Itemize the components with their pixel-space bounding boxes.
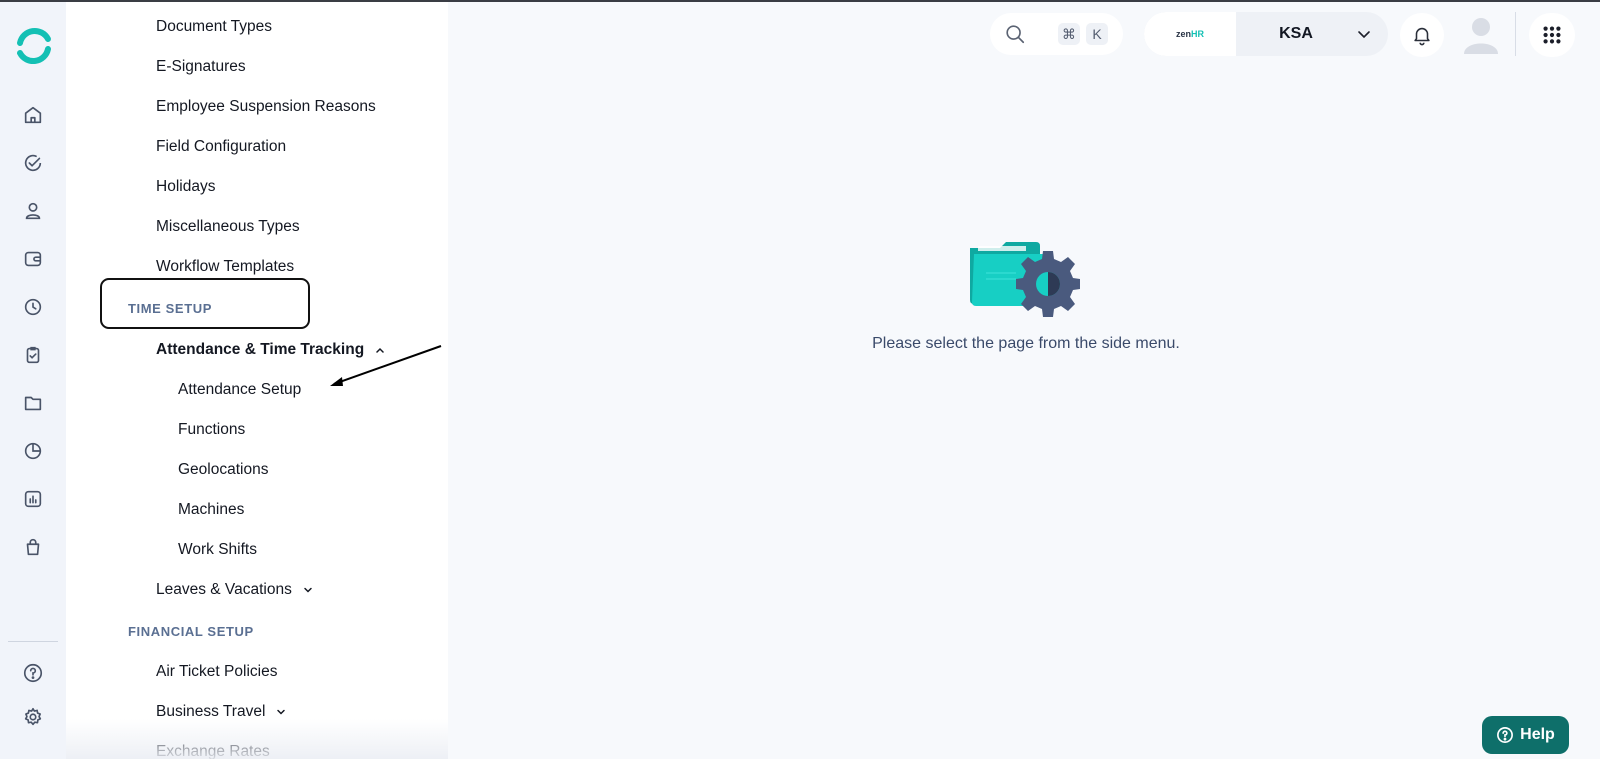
shortcut-k-key: K — [1086, 23, 1108, 45]
company-name: KSA — [1279, 25, 1313, 42]
menu-group-label: Leaves & Vacations — [156, 581, 292, 598]
rail-divider — [8, 641, 58, 642]
menu-item-employee-suspension-reasons[interactable]: Employee Suspension Reasons — [156, 98, 376, 116]
menu-item-miscellaneous-types[interactable]: Miscellaneous Types — [156, 218, 300, 236]
app-logo[interactable] — [14, 26, 54, 66]
menu-item-holidays[interactable]: Holidays — [156, 178, 215, 196]
clock-icon[interactable] — [18, 292, 48, 322]
company-selector[interactable]: zen HR KSA — [1144, 12, 1388, 56]
help-button[interactable]: Help — [1482, 716, 1569, 754]
wallet-icon[interactable] — [18, 244, 48, 274]
clipboard-check-icon[interactable] — [18, 340, 48, 370]
menu-item-e-signatures[interactable]: E-Signatures — [156, 58, 246, 76]
empty-state-message: Please select the page from the side men… — [872, 335, 1180, 352]
chevron-down-icon — [277, 709, 286, 715]
user-icon[interactable] — [18, 196, 48, 226]
help-label: Help — [1520, 726, 1555, 743]
bar-chart-icon[interactable] — [18, 484, 48, 514]
gear-icon[interactable] — [18, 702, 48, 732]
folder-icon[interactable] — [18, 388, 48, 418]
menu-item-geolocations[interactable]: Geolocations — [178, 461, 268, 479]
section-time-setup: TIME SETUP — [128, 301, 213, 316]
annotation-arrow — [330, 345, 442, 386]
bell-icon — [1414, 27, 1430, 46]
grid-icon — [1543, 26, 1561, 44]
chevron-down-icon — [1358, 31, 1370, 39]
brand-right: HR — [1191, 29, 1204, 39]
search-icon — [1006, 25, 1025, 44]
user-avatar[interactable] — [1458, 12, 1504, 58]
menu-item-exchange-rates[interactable]: Exchange Rates — [156, 743, 270, 759]
menu-item-work-shifts[interactable]: Work Shifts — [178, 541, 257, 559]
company-logo: zen HR — [1144, 12, 1236, 56]
menu-group-label: Business Travel — [156, 703, 266, 720]
menu-item-workflow-templates[interactable]: Workflow Templates — [156, 258, 294, 276]
apps-launcher-button[interactable] — [1529, 13, 1575, 57]
menu-item-document-types[interactable]: Document Types — [156, 18, 272, 36]
brand-left: zen — [1175, 29, 1191, 39]
topbar-divider — [1515, 12, 1516, 56]
pie-chart-icon[interactable] — [18, 436, 48, 466]
menu-item-functions[interactable]: Functions — [178, 421, 245, 439]
shopping-bag-icon[interactable] — [18, 532, 48, 562]
home-icon[interactable] — [18, 100, 48, 130]
menu-group-leaves-vacations[interactable]: Leaves & Vacations — [156, 581, 314, 599]
section-financial-setup: FINANCIAL SETUP — [128, 624, 254, 639]
question-circle-icon — [1497, 727, 1514, 743]
menu-item-air-ticket-policies[interactable]: Air Ticket Policies — [156, 663, 277, 681]
menu-item-attendance-setup[interactable]: Attendance Setup — [178, 381, 301, 399]
search-button[interactable]: ⌘ K — [990, 13, 1123, 55]
shortcut-cmd-key: ⌘ — [1058, 23, 1080, 45]
menu-item-machines[interactable]: Machines — [178, 501, 244, 519]
folder-settings-illustration — [970, 242, 1080, 317]
menu-item-field-configuration[interactable]: Field Configuration — [156, 138, 286, 156]
notifications-button[interactable] — [1400, 13, 1444, 57]
help-circle-icon[interactable] — [18, 658, 48, 688]
check-circle-icon[interactable] — [18, 148, 48, 178]
icon-rail — [0, 2, 66, 759]
chevron-down-icon — [304, 587, 312, 593]
menu-group-business-travel[interactable]: Business Travel — [156, 703, 287, 721]
